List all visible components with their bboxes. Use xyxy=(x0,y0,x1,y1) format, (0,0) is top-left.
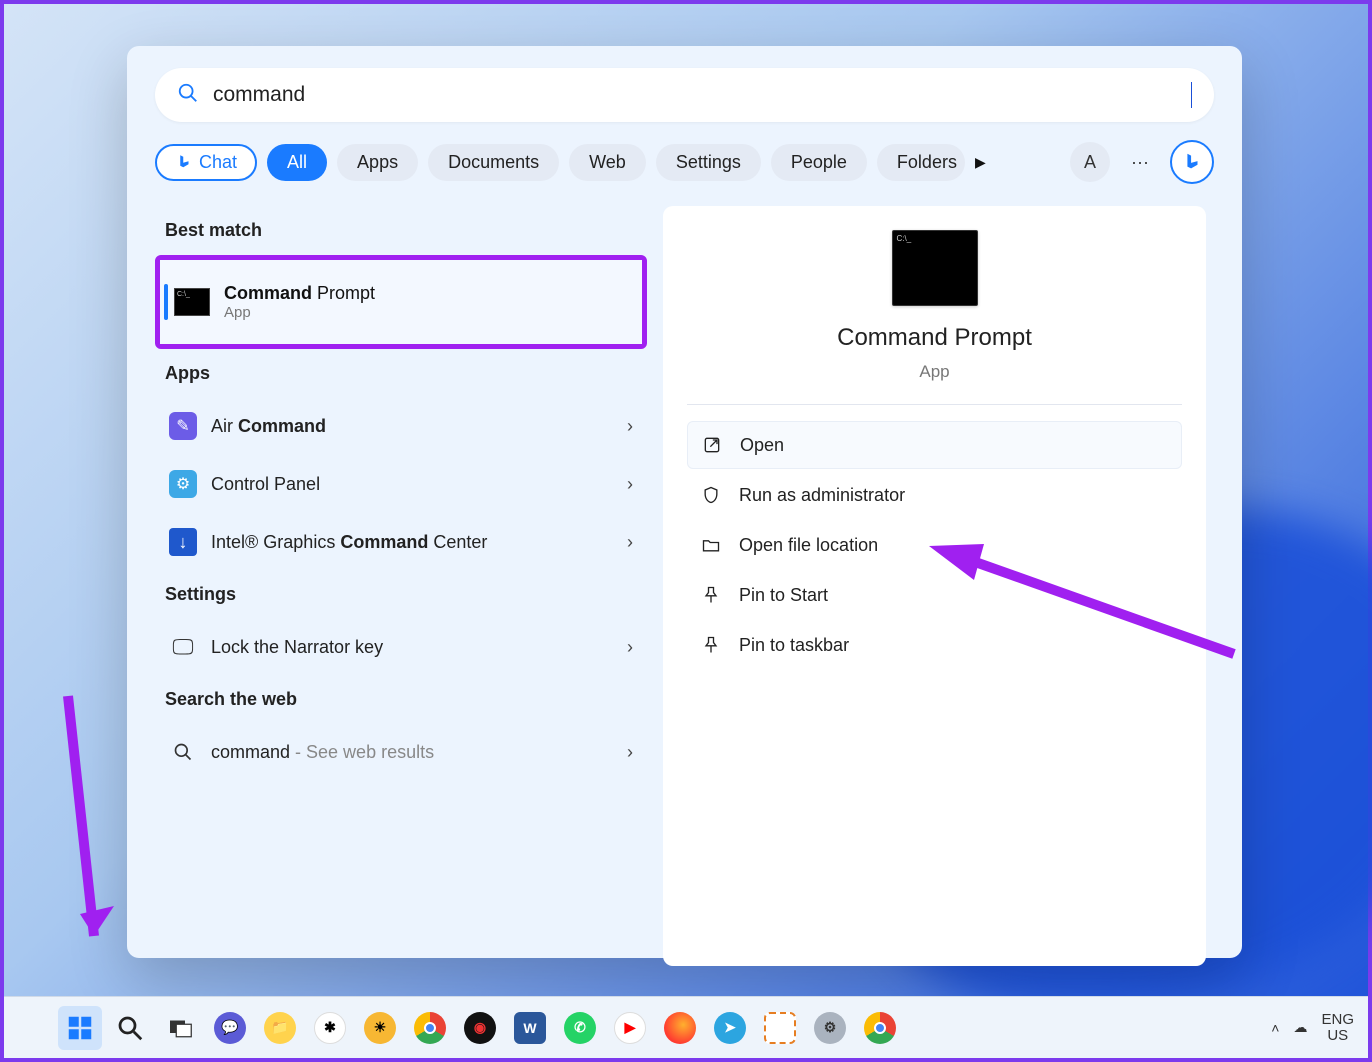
filter-settings[interactable]: Settings xyxy=(656,144,761,181)
command-prompt-icon: C:\_ xyxy=(174,288,210,316)
windows-icon xyxy=(65,1013,95,1043)
settings-result-narrator[interactable]: 🖵 Lock the Narrator key › xyxy=(155,619,647,675)
taskbar-chat-button[interactable]: 💬 xyxy=(208,1006,252,1050)
taskbar-chrome[interactable] xyxy=(408,1006,452,1050)
chevron-right-icon: › xyxy=(627,637,633,658)
best-match-result[interactable]: C:\_ Command Prompt App xyxy=(160,260,642,344)
search-icon xyxy=(115,1013,145,1043)
bing-icon xyxy=(175,153,193,171)
filter-people[interactable]: People xyxy=(771,144,867,181)
section-settings: Settings xyxy=(165,584,647,605)
action-label: Pin to Start xyxy=(739,585,828,606)
shield-icon xyxy=(701,485,721,505)
language-indicator[interactable]: ENGUS xyxy=(1321,1012,1354,1044)
search-input[interactable] xyxy=(213,83,1191,107)
narrator-icon: 🖵 xyxy=(169,633,197,661)
chevron-right-icon: › xyxy=(627,416,633,437)
bing-chat-button[interactable] xyxy=(1170,140,1214,184)
web-result-command[interactable]: command - See web results › xyxy=(155,724,647,780)
results-left-column: Best match C:\_ Command Prompt App Apps … xyxy=(155,206,655,966)
section-apps: Apps xyxy=(165,363,647,384)
filter-web[interactable]: Web xyxy=(569,144,646,181)
results-preview-column: C:\_ Command Prompt App Open Run as admi… xyxy=(655,206,1214,966)
section-best-match: Best match xyxy=(165,220,647,241)
web-label: command - See web results xyxy=(211,742,613,763)
chevron-right-icon: › xyxy=(627,474,633,495)
app-icon: ⚙ xyxy=(169,470,197,498)
taskbar-whatsapp[interactable]: ✆ xyxy=(558,1006,602,1050)
taskbar-snip[interactable] xyxy=(758,1006,802,1050)
folder-icon xyxy=(701,535,721,555)
search-icon xyxy=(169,738,197,766)
taskbar-youtube[interactable]: ▶ xyxy=(608,1006,652,1050)
action-label: Pin to taskbar xyxy=(739,635,849,656)
start-button[interactable] xyxy=(58,1006,102,1050)
taskbar-explorer[interactable]: 📁 xyxy=(258,1006,302,1050)
action-pin-start[interactable]: Pin to Start xyxy=(687,571,1182,619)
chevron-right-icon: › xyxy=(627,532,633,553)
app-label: Control Panel xyxy=(211,474,613,495)
filter-all[interactable]: All xyxy=(267,144,327,181)
more-options-button[interactable]: ··· xyxy=(1120,142,1160,182)
taskbar-settings[interactable]: ⚙ xyxy=(808,1006,852,1050)
filter-folders[interactable]: Folders xyxy=(877,144,965,181)
action-label: Open xyxy=(740,435,784,456)
taskbar-word[interactable]: W xyxy=(508,1006,552,1050)
taskbar-search-button[interactable] xyxy=(108,1006,152,1050)
open-icon xyxy=(702,435,722,455)
taskbar-chrome-2[interactable] xyxy=(858,1006,902,1050)
action-pin-taskbar[interactable]: Pin to taskbar xyxy=(687,621,1182,669)
settings-label: Lock the Narrator key xyxy=(211,637,613,658)
chevron-right-icon: › xyxy=(627,742,633,763)
action-open[interactable]: Open xyxy=(687,421,1182,469)
pin-icon xyxy=(701,635,721,655)
app-label: Intel® Graphics Command Center xyxy=(211,532,613,553)
chat-pill[interactable]: Chat xyxy=(155,144,257,181)
taskbar-firefox[interactable] xyxy=(658,1006,702,1050)
text-caret xyxy=(1191,82,1192,108)
best-match-subtitle: App xyxy=(224,304,375,321)
app-icon: ✎ xyxy=(169,412,197,440)
taskbar-app-red[interactable]: ◉ xyxy=(458,1006,502,1050)
chat-label: Chat xyxy=(199,152,237,173)
filter-documents[interactable]: Documents xyxy=(428,144,559,181)
app-result-air-command[interactable]: ✎ Air Command › xyxy=(155,398,647,454)
preview-title: Command Prompt xyxy=(837,324,1032,352)
app-result-control-panel[interactable]: ⚙ Control Panel › xyxy=(155,456,647,512)
action-run-admin[interactable]: Run as administrator xyxy=(687,471,1182,519)
filter-row: Chat All Apps Documents Web Settings Peo… xyxy=(155,140,1214,184)
taskbar-slack[interactable]: ✱ xyxy=(308,1006,352,1050)
filter-scroll-right-icon[interactable]: ▶ xyxy=(975,154,986,171)
highlight-annotation-best-match: C:\_ Command Prompt App xyxy=(155,255,647,349)
action-label: Run as administrator xyxy=(739,485,905,506)
task-view-icon xyxy=(165,1013,195,1043)
task-view-button[interactable] xyxy=(158,1006,202,1050)
best-match-title: Command Prompt xyxy=(224,283,375,304)
taskbar: 💬 📁 ✱ ☀ ◉ W ✆ ▶ ➤ ⚙ ˄ ☁ ENGUS xyxy=(4,996,1368,1058)
profile-button[interactable]: A xyxy=(1070,142,1110,182)
search-panel: Chat All Apps Documents Web Settings Peo… xyxy=(127,46,1242,958)
filter-apps[interactable]: Apps xyxy=(337,144,418,181)
action-open-location[interactable]: Open file location xyxy=(687,521,1182,569)
search-icon xyxy=(177,82,199,109)
onedrive-icon[interactable]: ☁ xyxy=(1293,1019,1307,1036)
system-tray: ˄ ☁ ENGUS xyxy=(1271,1012,1354,1044)
taskbar-telegram[interactable]: ➤ xyxy=(708,1006,752,1050)
app-icon: ↓ xyxy=(169,528,197,556)
tray-overflow-icon[interactable]: ˄ xyxy=(1271,1020,1279,1036)
preview-app-icon: C:\_ xyxy=(892,230,978,306)
pin-icon xyxy=(701,585,721,605)
annotation-arrow-start xyxy=(18,696,118,1001)
app-label: Air Command xyxy=(211,416,613,437)
taskbar-weather[interactable]: ☀ xyxy=(358,1006,402,1050)
app-result-intel-graphics[interactable]: ↓ Intel® Graphics Command Center › xyxy=(155,514,647,570)
search-box[interactable] xyxy=(155,68,1214,122)
preview-subtitle: App xyxy=(919,362,949,382)
section-search-web: Search the web xyxy=(165,689,647,710)
action-label: Open file location xyxy=(739,535,878,556)
